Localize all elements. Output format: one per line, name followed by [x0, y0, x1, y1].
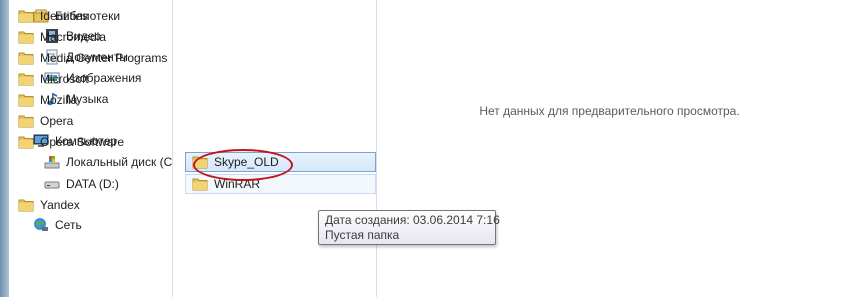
- window-edge: [0, 0, 9, 297]
- list-item-folder[interactable]: Microsoft: [12, 69, 204, 89]
- nav-item-label: DATA (D:): [66, 177, 119, 191]
- network-icon: [33, 217, 49, 233]
- folder-icon: [18, 114, 34, 128]
- file-name: Identities: [40, 9, 89, 23]
- file-name: Yandex: [40, 198, 80, 212]
- file-name: Opera Software: [40, 135, 125, 149]
- folder-icon: [18, 9, 34, 23]
- list-item-folder[interactable]: Media Center Programs: [12, 48, 204, 68]
- list-item-folder[interactable]: Opera Software: [12, 132, 204, 152]
- file-name: Microsoft: [40, 72, 89, 86]
- file-name: Mozilla: [40, 93, 78, 107]
- list-item-folder[interactable]: Yandex: [12, 195, 204, 215]
- list-item-folder[interactable]: Opera: [12, 111, 204, 131]
- file-name: Media Center Programs: [40, 51, 168, 65]
- tooltip-created-date: Дата создания: 03.06.2014 7:16: [325, 213, 500, 227]
- file-name: Macromedia: [40, 30, 107, 44]
- folder-icon: [18, 30, 34, 44]
- file-name: Opera: [40, 114, 74, 128]
- nav-item-network[interactable]: Сеть: [33, 215, 196, 235]
- folder-icon: [18, 198, 34, 212]
- list-item-folder-selected[interactable]: Skype_OLD: [185, 152, 376, 172]
- nav-item-label: Локальный диск (C: [66, 155, 173, 169]
- local-disk-icon: [44, 154, 60, 170]
- list-item-folder[interactable]: Macromedia: [12, 27, 204, 47]
- file-name: WinRAR: [214, 177, 261, 191]
- list-item-folder[interactable]: Mozilla: [12, 90, 204, 110]
- folder-tooltip: Дата создания: 03.06.2014 7:16 Пустая па…: [318, 210, 500, 245]
- folder-icon: [18, 72, 34, 86]
- list-item-folder[interactable]: Identities: [12, 6, 204, 26]
- folder-icon: [192, 177, 208, 191]
- list-item-folder-hover[interactable]: WinRAR: [185, 174, 376, 194]
- folder-icon: [18, 135, 34, 149]
- folder-icon: [192, 155, 208, 169]
- tooltip-status: Пустая папка: [325, 228, 400, 242]
- preview-empty-message: Нет данных для предварительного просмотр…: [479, 104, 740, 118]
- file-name: Skype_OLD: [214, 155, 279, 169]
- drive-icon: [44, 176, 60, 192]
- folder-icon: [18, 93, 34, 107]
- preview-pane: Нет данных для предварительного просмотр…: [377, 0, 842, 297]
- nav-item-label: Сеть: [55, 218, 82, 232]
- folder-icon: [18, 51, 34, 65]
